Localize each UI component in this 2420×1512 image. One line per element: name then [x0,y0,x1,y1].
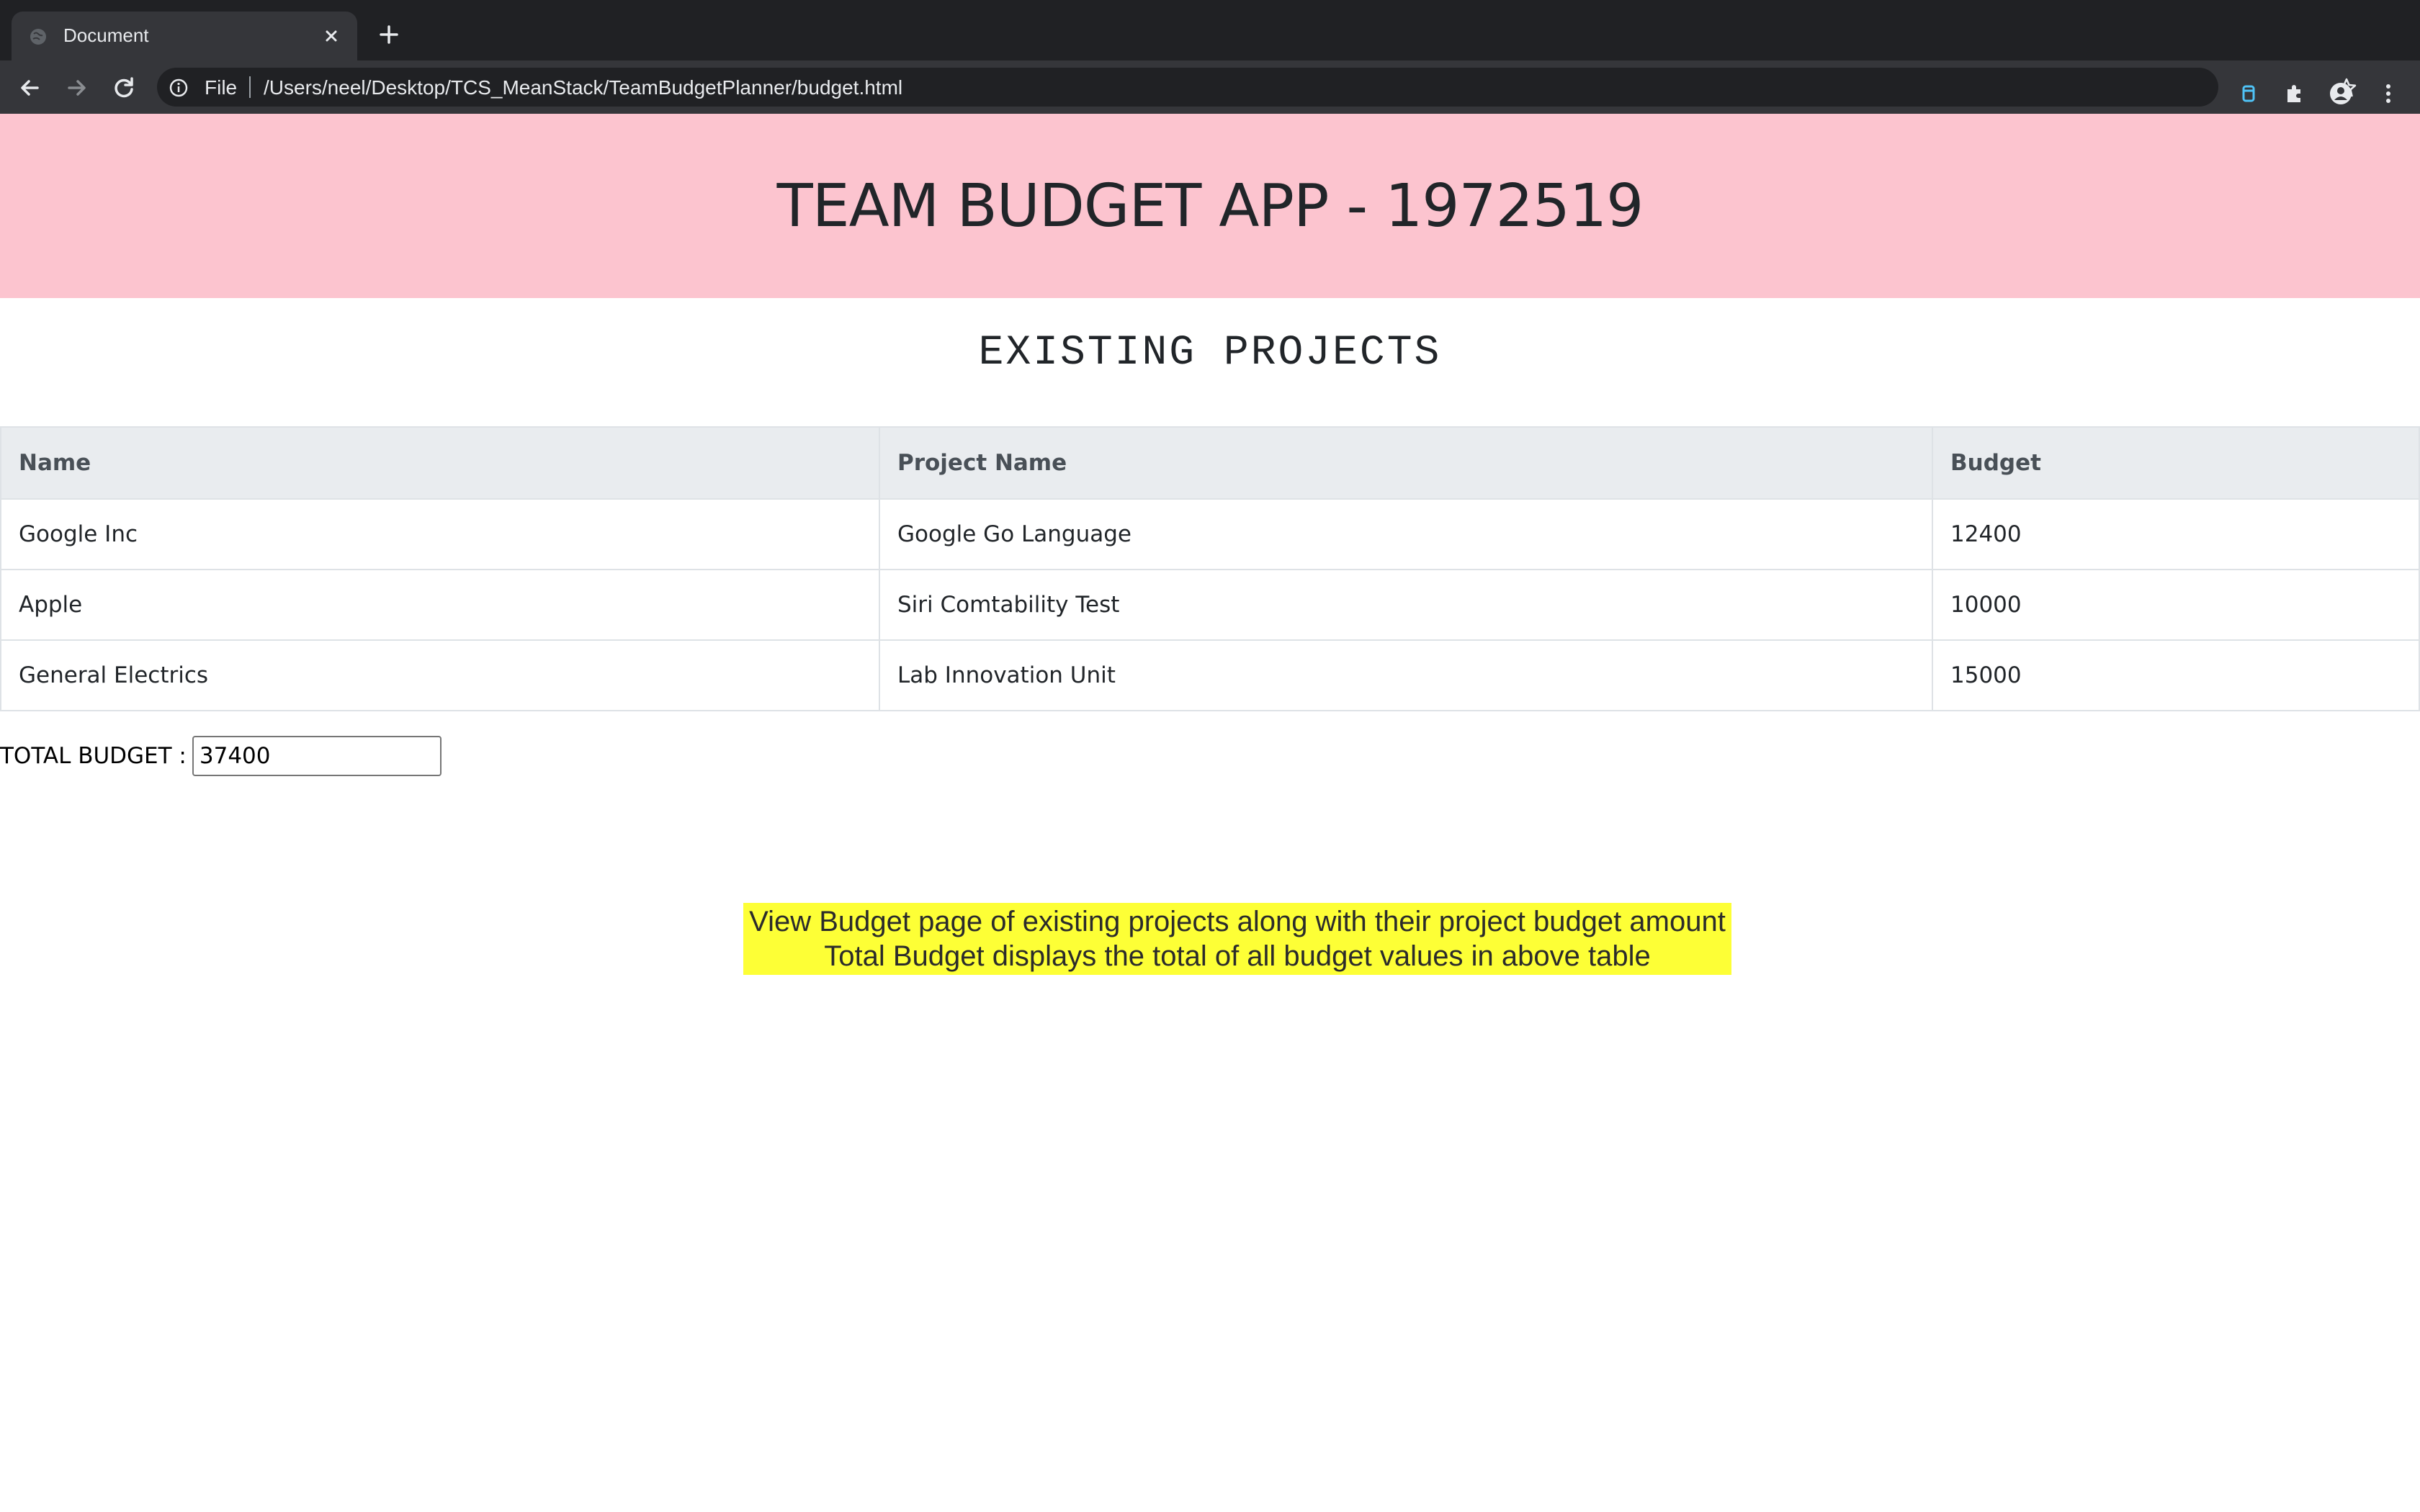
column-header-project-name: Project Name [879,426,1933,500]
table-row: Apple Siri Comtability Test 10000 [0,569,2420,641]
browser-tab-strip: Document [0,0,2420,60]
cell-budget: 12400 [1932,498,2420,570]
total-budget-input[interactable] [192,736,442,776]
total-budget-label: TOTAL BUDGET : [0,743,187,769]
note-line-1: View Budget page of existing projects al… [749,906,1726,937]
profile-avatar-icon[interactable] [2328,81,2354,107]
new-tab-icon[interactable] [375,20,403,49]
cell-name: Google Inc [0,498,880,570]
note-line-2: Total Budget displays the total of all b… [824,940,1651,972]
page-content: TEAM BUDGET APP - 1972519 EXISTING PROJE… [0,114,2420,1512]
browser-toolbar: File /Users/neel/Desktop/TCS_MeanStack/T… [0,60,2420,114]
cell-project-name: Lab Innovation Unit [879,639,1933,711]
table-row: General Electrics Lab Innovation Unit 15… [0,639,2420,711]
extensions-puzzle-icon[interactable] [2282,81,2308,107]
column-header-budget: Budget [1932,426,2420,500]
address-scheme: File [205,76,238,99]
annotation-note: View Budget page of existing projects al… [743,903,1731,975]
cell-project-name: Google Go Language [879,498,1933,570]
tab-title: Document [63,24,149,46]
info-icon[interactable] [169,78,189,98]
cell-budget: 10000 [1932,569,2420,641]
address-divider [249,76,251,98]
total-budget-row: TOTAL BUDGET : [0,734,442,778]
back-arrow-icon[interactable] [14,72,46,104]
forward-arrow-icon[interactable] [60,72,92,104]
cell-name: Apple [0,569,880,641]
table-header-row: Name Project Name Budget [0,426,2420,500]
reload-icon[interactable] [108,72,140,104]
globe-icon [30,29,46,45]
app-title: TEAM BUDGET APP - 1972519 [776,171,1644,240]
close-tab-icon[interactable] [320,24,343,48]
column-header-name: Name [0,426,880,500]
table-row: Google Inc Google Go Language 12400 [0,498,2420,570]
app-header: TEAM BUDGET APP - 1972519 [0,114,2420,298]
cell-project-name: Siri Comtability Test [879,569,1933,641]
section-title: EXISTING PROJECTS [978,330,1442,377]
cell-name: General Electrics [0,639,880,711]
browser-tab[interactable]: Document [12,12,357,60]
extension-cup-icon[interactable] [2236,81,2262,107]
address-bar[interactable]: File /Users/neel/Desktop/TCS_MeanStack/T… [157,68,2357,107]
menu-kebab-icon[interactable] [2375,81,2401,107]
projects-table: Name Project Name Budget Google Inc Goog… [0,426,2420,711]
address-url[interactable]: /Users/neel/Desktop/TCS_MeanStack/TeamBu… [264,76,902,99]
cell-budget: 15000 [1932,639,2420,711]
